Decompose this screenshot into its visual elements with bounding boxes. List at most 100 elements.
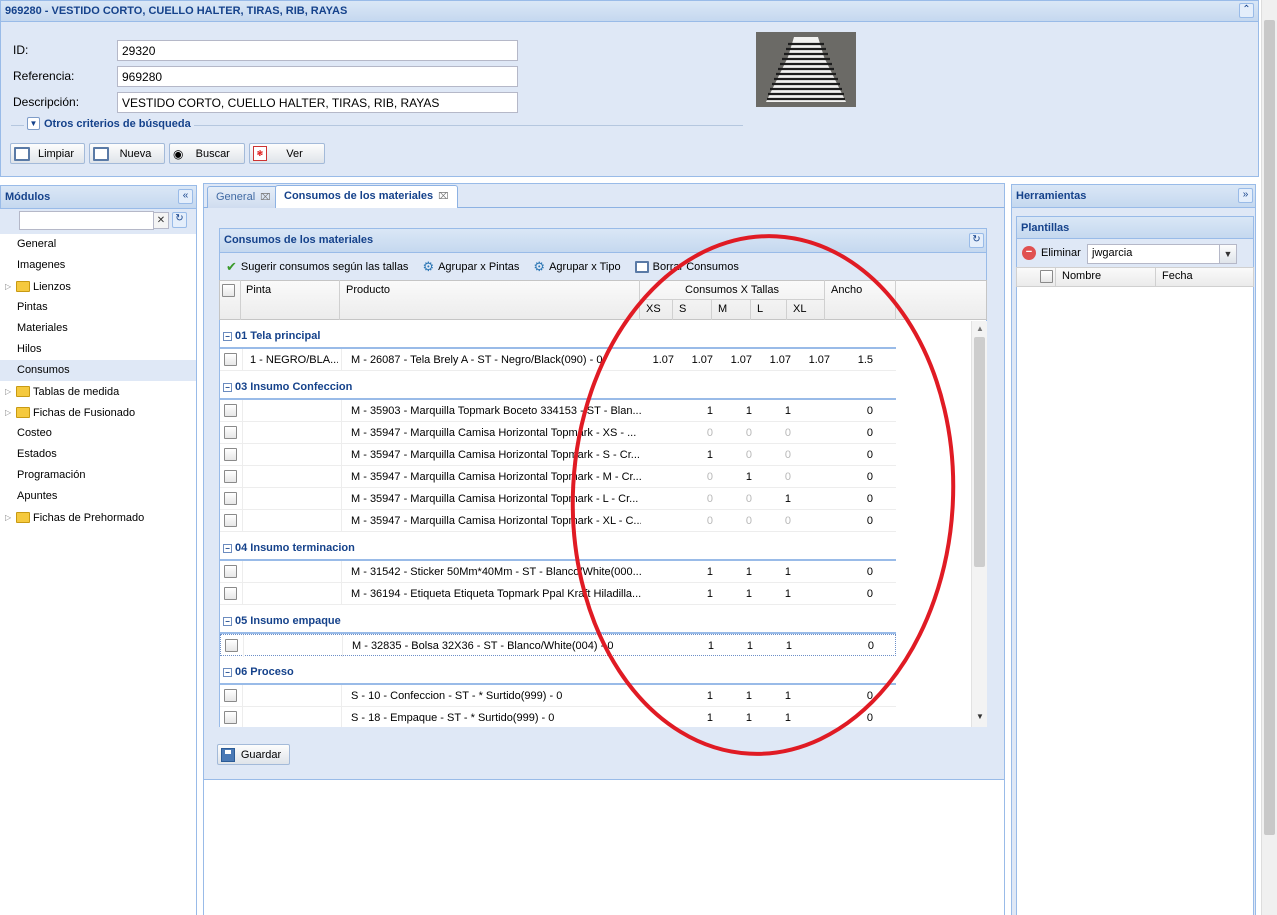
chevron-down-icon[interactable]: ▼	[1219, 244, 1237, 264]
window-scrollbar-thumb[interactable]	[1264, 20, 1275, 835]
collapse-left-icon[interactable]: «	[178, 189, 193, 204]
collapse-group-icon[interactable]: −	[223, 617, 232, 626]
sidebar-item-imagenes[interactable]: Imagenes	[0, 255, 196, 276]
sidebar-item-consumos[interactable]: Consumos	[0, 360, 196, 381]
sidebar-item-fichas-de-fusionado[interactable]: ▷ Fichas de Fusionado	[0, 402, 196, 423]
otros-criterios-toggle[interactable]: ▼ Otros criterios de búsqueda	[24, 117, 194, 130]
collapse-group-icon[interactable]: −	[223, 383, 232, 392]
col-size-s[interactable]: S	[673, 300, 712, 320]
sidebar-item-estados[interactable]: Estados	[0, 444, 196, 465]
sidebar-item-materiales[interactable]: Materiales	[0, 318, 196, 339]
table-row[interactable]: S - 18 - Empaque - ST - * Surtido(999) -…	[220, 707, 896, 727]
refresh-icon[interactable]: ↻	[969, 233, 984, 248]
group-row[interactable]: −05 Insumo empaque	[220, 605, 896, 634]
expand-right-icon[interactable]: »	[1238, 188, 1253, 203]
row-checkbox[interactable]	[224, 404, 237, 417]
buscar-button[interactable]: ◉ Buscar	[169, 143, 245, 164]
col-size-xs[interactable]: XS	[640, 300, 673, 320]
grid-scrollbar-thumb[interactable]	[974, 337, 985, 567]
agrupar-tipo-button[interactable]: ⚙ Agrupar x Tipo	[533, 259, 620, 275]
sidebar-item-label: Lienzos	[33, 280, 71, 293]
sidebar-item-lienzos[interactable]: ▷ Lienzos	[0, 276, 196, 297]
table-row[interactable]: 1 - NEGRO/BLA... M - 26087 - Tela Brely A…	[220, 349, 896, 371]
row-checkbox[interactable]	[224, 565, 237, 578]
expand-icon[interactable]: ▷	[5, 513, 13, 522]
sidebar-item-pintas[interactable]: Pintas	[0, 297, 196, 318]
group-row[interactable]: −01 Tela principal	[220, 320, 896, 349]
group-row[interactable]: −03 Insumo Confeccion	[220, 371, 896, 400]
eliminar-button[interactable]: − Eliminar	[1022, 246, 1081, 260]
col-group-tallas: Consumos X Tallas	[640, 280, 825, 300]
clear-filter-icon[interactable]: ✕	[153, 212, 169, 229]
close-icon[interactable]: ⌧	[260, 192, 270, 202]
table-row[interactable]: M - 31542 - Sticker 50Mm*40Mm - ST - Bla…	[220, 561, 896, 583]
table-row[interactable]: M - 35947 - Marquilla Camisa Horizontal …	[220, 488, 896, 510]
row-checkbox[interactable]	[224, 711, 237, 724]
col-size-l[interactable]: L	[751, 300, 787, 320]
sidebar-item-tablas-de-medida[interactable]: ▷ Tablas de medida	[0, 381, 196, 402]
id-field[interactable]: 29320	[117, 40, 518, 61]
collapse-group-icon[interactable]: −	[223, 544, 232, 553]
table-row[interactable]: M - 36194 - Etiqueta Etiqueta Topmark Pp…	[220, 583, 896, 605]
window-scrollbar[interactable]	[1261, 0, 1277, 915]
row-checkbox[interactable]	[224, 689, 237, 702]
collapse-group-icon[interactable]: −	[223, 332, 232, 341]
sidebar-item-apuntes[interactable]: Apuntes	[0, 486, 196, 507]
limpiar-button[interactable]: Limpiar	[10, 143, 85, 164]
referencia-field[interactable]: 969280	[117, 66, 518, 87]
group-row[interactable]: −06 Proceso	[220, 656, 896, 685]
scroll-up-icon[interactable]: ▲	[976, 324, 984, 333]
refresh-filter-icon[interactable]: ↻	[172, 212, 187, 228]
grid-scrollbar[interactable]: ▲ ▼	[971, 321, 987, 727]
table-row[interactable]: M - 35903 - Marquilla Topmark Boceto 334…	[220, 400, 896, 422]
col-nombre[interactable]: Nombre	[1056, 267, 1156, 287]
borrar-consumos-button[interactable]: Borrar Consumos	[634, 260, 739, 273]
col-size-m[interactable]: M	[712, 300, 751, 320]
expand-icon[interactable]: ▷	[5, 408, 13, 417]
row-checkbox[interactable]	[224, 426, 237, 439]
scroll-down-icon[interactable]: ▼	[976, 712, 984, 721]
group-label: 03 Insumo Confeccion	[235, 381, 353, 393]
row-checkbox[interactable]	[224, 353, 237, 366]
descripcion-field[interactable]: VESTIDO CORTO, CUELLO HALTER, TIRAS, RIB…	[117, 92, 518, 113]
sidebar-item-fichas-de-prehormado[interactable]: ▷ Fichas de Prehormado	[0, 507, 196, 528]
sidebar-item-programaci-n[interactable]: Programación	[0, 465, 196, 486]
col-size-xl[interactable]: XL	[787, 300, 825, 320]
row-checkbox[interactable]	[224, 514, 237, 527]
row-checkbox[interactable]	[224, 470, 237, 483]
row-checkbox[interactable]	[224, 448, 237, 461]
ver-button[interactable]: ❃ Ver	[249, 143, 325, 164]
tab-general[interactable]: General ⌧	[207, 186, 280, 208]
expand-icon[interactable]: ▷	[5, 282, 13, 291]
collapse-group-icon[interactable]: −	[223, 668, 232, 677]
row-checkbox[interactable]	[225, 639, 238, 652]
sugerir-button[interactable]: ✔ Sugerir consumos según las tallas	[226, 259, 408, 275]
col-ancho[interactable]: Ancho	[825, 280, 896, 320]
group-row[interactable]: −04 Insumo terminacion	[220, 532, 896, 561]
col-fecha[interactable]: Fecha	[1156, 267, 1254, 287]
guardar-button[interactable]: Guardar	[217, 744, 290, 765]
row-checkbox[interactable]	[224, 492, 237, 505]
user-combo[interactable]: jwgarcia	[1087, 244, 1220, 264]
sidebar-item-hilos[interactable]: Hilos	[0, 339, 196, 360]
plantillas-select-all-checkbox[interactable]	[1040, 270, 1053, 283]
tab-consumos[interactable]: Consumos de los materiales ⌧	[275, 185, 458, 208]
table-row[interactable]: M - 35947 - Marquilla Camisa Horizontal …	[220, 422, 896, 444]
sidebar-item-costeo[interactable]: Costeo	[0, 423, 196, 444]
modulos-search-input[interactable]	[19, 211, 154, 230]
table-row[interactable]: M - 35947 - Marquilla Camisa Horizontal …	[220, 510, 896, 532]
col-producto[interactable]: Producto	[340, 280, 640, 320]
col-pinta[interactable]: Pinta	[241, 280, 340, 320]
select-all-checkbox[interactable]	[222, 284, 235, 297]
agrupar-pintas-button[interactable]: ⚙ Agrupar x Pintas	[422, 259, 519, 275]
table-row[interactable]: M - 35947 - Marquilla Camisa Horizontal …	[220, 466, 896, 488]
sidebar-item-general[interactable]: General	[0, 234, 196, 255]
row-checkbox[interactable]	[224, 587, 237, 600]
table-row[interactable]: M - 32835 - Bolsa 32X36 - ST - Blanco/Wh…	[220, 634, 896, 657]
close-icon[interactable]: ⌧	[438, 191, 448, 201]
expand-icon[interactable]: ▷	[5, 387, 13, 396]
table-row[interactable]: M - 35947 - Marquilla Camisa Horizontal …	[220, 444, 896, 466]
table-row[interactable]: S - 10 - Confeccion - ST - * Surtido(999…	[220, 685, 896, 707]
nueva-button[interactable]: Nueva	[89, 143, 165, 164]
collapse-top-icon[interactable]: ⌃	[1239, 3, 1254, 18]
